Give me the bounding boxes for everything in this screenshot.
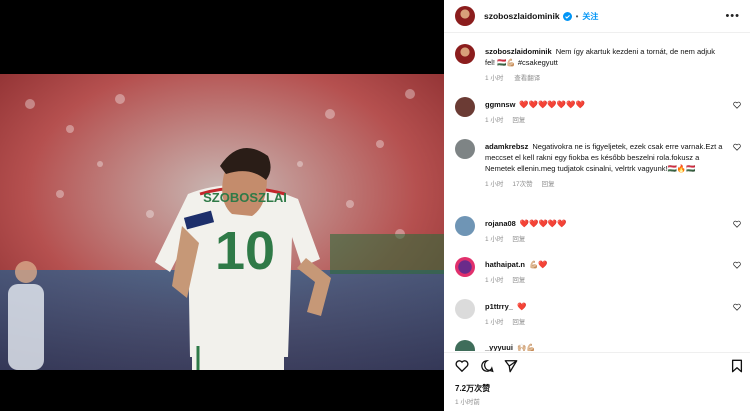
comment-text: ❤️❤️❤️❤️❤️❤️❤️: [519, 100, 585, 109]
comment-text: ❤️: [516, 302, 527, 311]
more-icon[interactable]: •••: [725, 10, 740, 22]
comment-username[interactable]: adamkrebsz: [485, 142, 528, 151]
action-bar: [444, 352, 750, 380]
reply-link[interactable]: 回复: [512, 117, 525, 124]
likes-count[interactable]: 7.2万次赞: [455, 383, 490, 394]
avatar[interactable]: [455, 299, 475, 319]
comments-list[interactable]: szoboszlaidominik Nem így akartuk kezdeni…: [444, 38, 750, 351]
reply-link[interactable]: 回复: [512, 319, 525, 326]
comment-username[interactable]: _yyyuui: [485, 343, 513, 351]
verified-icon: [562, 11, 572, 21]
comment-username[interactable]: hathaipat.n: [485, 260, 525, 269]
jersey-name: SZOBOSZLAI: [203, 190, 287, 205]
bookmark-icon[interactable]: [730, 359, 744, 373]
comment-username[interactable]: ggmnsw: [485, 100, 515, 109]
caption-username[interactable]: szoboszlaidominik: [485, 47, 552, 56]
avatar[interactable]: [455, 97, 475, 117]
heart-icon[interactable]: [733, 261, 741, 269]
caption-time: 1 小时: [485, 75, 504, 82]
username[interactable]: szoboszlaidominik: [484, 11, 560, 21]
heart-icon[interactable]: [733, 101, 741, 109]
follow-button[interactable]: 关注: [582, 11, 598, 22]
comment-text: ❤️❤️❤️❤️❤️: [519, 219, 567, 228]
comment-text: 🙌🏼💪🏼: [516, 343, 536, 351]
avatar[interactable]: [455, 340, 475, 351]
separator-dot: •: [575, 11, 579, 21]
heart-icon[interactable]: [733, 143, 741, 151]
avatar[interactable]: [455, 44, 475, 64]
post-sidebar: szoboszlaidominik • 关注 ••• szoboszlaidom…: [444, 0, 750, 411]
comment-username[interactable]: p1ttrry_: [485, 302, 513, 311]
post-photo[interactable]: SZOBOSZLAI 10: [0, 74, 444, 370]
jersey-number: 10: [215, 221, 275, 281]
reply-link[interactable]: 回复: [512, 277, 525, 284]
comment-time: 1 小时: [485, 236, 504, 243]
avatar[interactable]: [455, 139, 475, 159]
comment-icon[interactable]: [480, 359, 494, 373]
comment-text: 💪🏼❤️: [529, 260, 548, 269]
avatar[interactable]: [455, 257, 475, 277]
comment-time: 1 小时: [485, 181, 504, 188]
avatar[interactable]: [455, 6, 475, 26]
share-icon[interactable]: [504, 359, 518, 373]
heart-icon[interactable]: [733, 220, 741, 228]
comment-time: 1 小时: [485, 277, 504, 284]
avatar[interactable]: [455, 216, 475, 236]
comment-username[interactable]: rojana08: [485, 219, 516, 228]
heart-icon[interactable]: [455, 359, 469, 373]
post-photo-image: SZOBOSZLAI 10: [0, 74, 444, 370]
translate-link[interactable]: 查看翻译: [514, 75, 540, 82]
media-panel: SZOBOSZLAI 10: [0, 0, 444, 411]
post-header: szoboszlaidominik • 关注 •••: [444, 0, 750, 33]
heart-icon[interactable]: [733, 303, 741, 311]
reply-link[interactable]: 回复: [542, 181, 555, 188]
comment-time: 1 小时: [485, 319, 504, 326]
comment-likes[interactable]: 17次赞: [512, 181, 532, 188]
comment-time: 1 小时: [485, 117, 504, 124]
reply-link[interactable]: 回复: [512, 236, 525, 243]
post-timestamp: 1 小时前: [455, 399, 480, 406]
